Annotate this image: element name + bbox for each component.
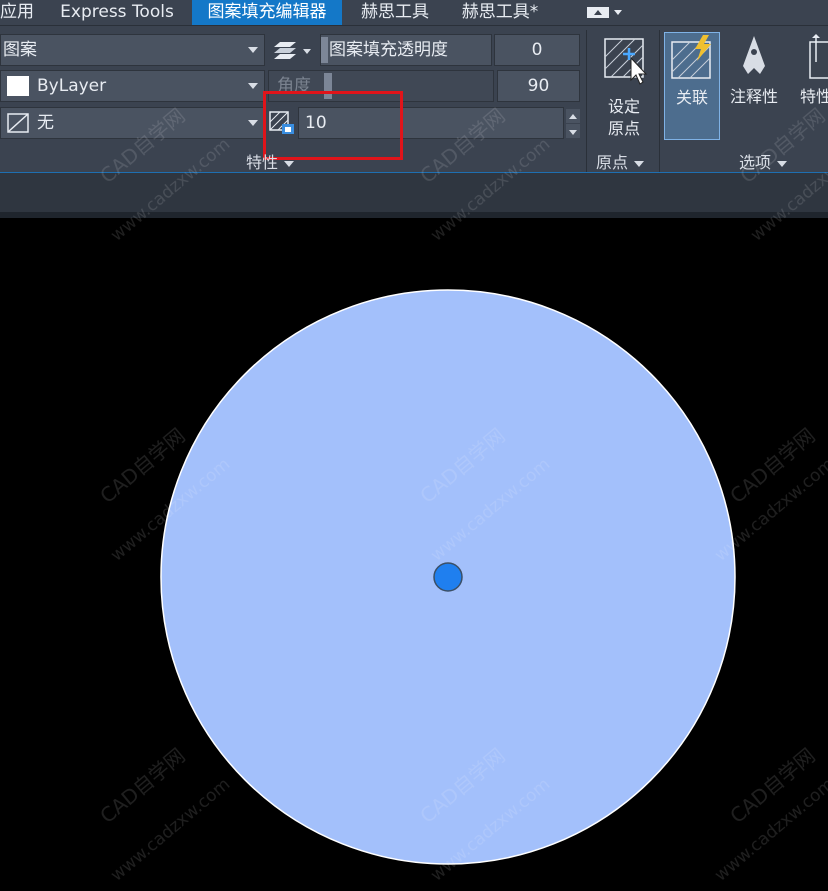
- tab-hatch-editor[interactable]: 图案填充编辑器: [192, 0, 342, 25]
- transparency-slider[interactable]: 图案填充透明度: [320, 34, 492, 66]
- set-origin-button[interactable]: 设定 原点: [596, 34, 652, 142]
- set-origin-icon: [604, 38, 648, 85]
- set-origin-label-line1: 设定: [607, 97, 640, 116]
- spin-down-icon: [569, 130, 577, 135]
- layers-icon: [274, 42, 311, 59]
- angle-input[interactable]: 90: [497, 70, 580, 102]
- annotative-label: 注释性: [729, 87, 778, 106]
- annotative-icon: [743, 36, 765, 74]
- origin-panel-label[interactable]: 原点: [596, 149, 645, 173]
- ribbon-tab-bar: 应用 Express Tools 图案填充编辑器 赫思工具 赫思工具*: [0, 0, 828, 25]
- options-panel-title: 选项: [739, 153, 772, 172]
- transparency-input[interactable]: 0: [494, 34, 580, 66]
- tab-hesi-tools-label: 赫思工具: [361, 2, 429, 22]
- background-color-dropdown[interactable]: 无: [0, 107, 265, 139]
- chevron-down-icon: [284, 160, 295, 167]
- chevron-down-icon: [634, 160, 645, 167]
- spin-up-icon: [569, 114, 577, 119]
- tab-apps[interactable]: 应用: [0, 0, 40, 25]
- properties-panel-label[interactable]: 特性: [246, 149, 295, 173]
- pattern-type-value: 图案: [3, 40, 37, 60]
- chevron-down-icon: [248, 120, 258, 126]
- minimize-ribbon-icon: [587, 7, 622, 18]
- chevron-down-icon: [777, 160, 788, 167]
- associative-label: 关联: [675, 88, 708, 107]
- tab-apps-label: 应用: [0, 2, 34, 22]
- ribbon-display-toggle[interactable]: [584, 4, 624, 21]
- angle-value: 90: [527, 76, 550, 96]
- options-panel-label[interactable]: 选项: [739, 149, 788, 173]
- set-origin-label-line2: 原点: [607, 119, 640, 138]
- match-properties-label: 特性: [800, 87, 828, 106]
- annotative-button[interactable]: 注释性: [724, 32, 784, 140]
- layer-dropdown-button[interactable]: [270, 37, 316, 65]
- ribbon-panel-area: 图案 图案填充透明度 0 ByLayer 角度 90 无 10 特性 设定 原点…: [0, 25, 828, 173]
- tab-hesi-tools-2[interactable]: 赫思工具*: [452, 0, 548, 25]
- hatch-color-dropdown[interactable]: ByLayer: [0, 70, 265, 102]
- hatch-grip[interactable]: [433, 562, 463, 592]
- tab-express-tools-label: Express Tools: [60, 2, 174, 22]
- tab-hesi-tools-2-label: 赫思工具*: [461, 2, 539, 22]
- drawing-canvas[interactable]: [0, 218, 828, 891]
- properties-panel-title: 特性: [246, 153, 279, 172]
- transparency-label: 图案填充透明度: [329, 40, 448, 60]
- tab-express-tools[interactable]: Express Tools: [48, 0, 186, 25]
- tab-hesi-tools[interactable]: 赫思工具: [352, 0, 438, 25]
- match-properties-icon: [809, 34, 828, 79]
- associative-button[interactable]: 关联: [664, 32, 720, 140]
- chevron-down-icon: [248, 83, 258, 89]
- background-color-value: 无: [37, 113, 54, 133]
- slider-handle[interactable]: [321, 37, 328, 63]
- associative-icon: [671, 35, 711, 79]
- panel-separator: [586, 30, 587, 172]
- scale-spin-up[interactable]: [566, 109, 580, 123]
- pattern-type-dropdown[interactable]: 图案: [0, 34, 265, 66]
- hatch-color-value: ByLayer: [37, 76, 107, 96]
- match-properties-button[interactable]: 特性: [796, 32, 828, 140]
- panel-separator: [659, 30, 660, 172]
- tab-hatch-editor-label: 图案填充编辑器: [207, 2, 327, 22]
- origin-panel-title: 原点: [596, 153, 629, 172]
- color-swatch: [7, 76, 29, 96]
- chevron-down-icon: [248, 47, 258, 53]
- transparency-value: 0: [531, 40, 543, 60]
- no-color-swatch-icon: [7, 113, 29, 133]
- drawing-area[interactable]: [0, 218, 828, 891]
- scale-spin-down[interactable]: [566, 124, 580, 138]
